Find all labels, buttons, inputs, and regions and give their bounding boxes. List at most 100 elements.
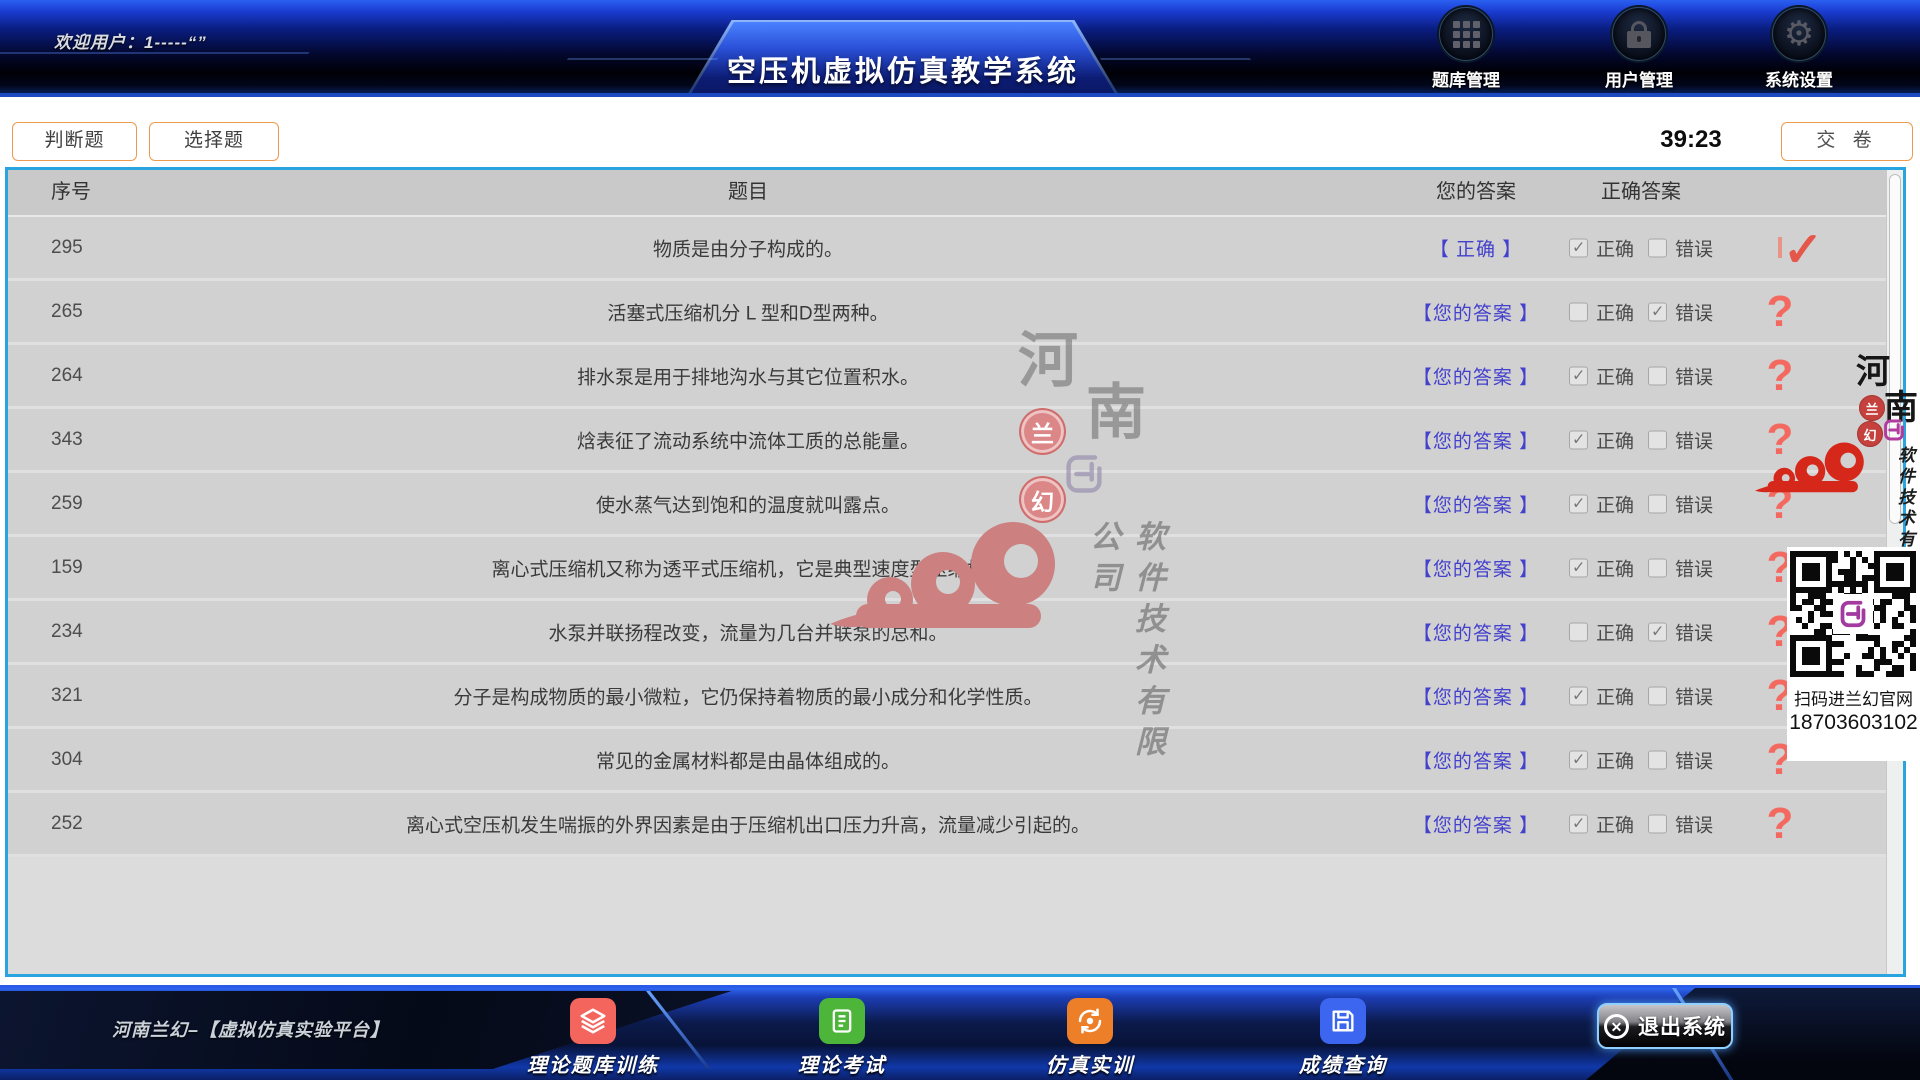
save-disk-icon[interactable] (1320, 998, 1366, 1044)
nav-item-question-bank[interactable]: 题库管理 (1410, 7, 1522, 91)
option-right: 正确 (1569, 426, 1634, 453)
option-right-label: 正确 (1596, 554, 1634, 581)
row-correct-answer-options: 正确 错误 (1569, 746, 1713, 773)
row-your-answer: 【您的答案 】 (1413, 298, 1539, 325)
checkbox-wrong[interactable] (1648, 430, 1667, 449)
option-right: 正确 (1569, 490, 1634, 517)
row-correct-answer-options: 正确 错误 (1569, 554, 1713, 581)
option-wrong-label: 错误 (1675, 426, 1713, 453)
checkbox-wrong[interactable] (1648, 238, 1667, 257)
checkbox-right[interactable] (1569, 238, 1588, 257)
checkbox-wrong[interactable] (1648, 494, 1667, 513)
option-right-label: 正确 (1596, 618, 1634, 645)
option-right-label: 正确 (1596, 490, 1634, 517)
row-correct-answer-options: 正确 错误 (1569, 618, 1713, 645)
exit-system-label: 退出系统 (1638, 1011, 1726, 1041)
row-question: 离心式压缩机又称为透平式压缩机，它是典型速度型压缩机。 (491, 554, 1004, 581)
page-title: 空压机虚拟仿真教学系统 (689, 48, 1117, 90)
qr-center-logo-icon (1833, 594, 1873, 634)
tab-judgment-questions[interactable]: 判断题 (12, 122, 137, 161)
row-your-answer: 【您的答案 】 (1413, 618, 1539, 645)
exit-system-button[interactable]: 退出系统 (1597, 1003, 1733, 1049)
row-index: 304 (51, 749, 83, 771)
submit-paper-button[interactable]: 交 卷 (1781, 122, 1913, 161)
option-right-label: 正确 (1596, 234, 1634, 261)
checkbox-right[interactable] (1569, 366, 1588, 385)
checkbox-right[interactable] (1569, 430, 1588, 449)
option-wrong-label: 错误 (1675, 362, 1713, 389)
checkbox-wrong[interactable] (1648, 750, 1667, 769)
lock-icon-glyph (1627, 31, 1651, 48)
row-your-answer: 【您的答案 】 (1413, 554, 1539, 581)
option-right: 正确 (1569, 234, 1634, 261)
column-header-correct-answer: 正确答案 (1601, 170, 1681, 215)
grid-icon[interactable] (1439, 7, 1493, 61)
checkbox-wrong[interactable] (1648, 558, 1667, 577)
row-your-answer: 【您的答案 】 (1413, 810, 1539, 837)
checkbox-wrong[interactable] (1648, 302, 1667, 321)
table-row: 343 焓表征了流动系统中流体工质的总能量。 【您的答案 】 正确 错误 ? (8, 409, 1903, 473)
row-your-answer: 【您的答案 】 (1413, 682, 1539, 709)
row-index: 234 (51, 621, 83, 643)
top-header: 欢迎用户：1-----“” 空压机虚拟仿真教学系统 题库管理 用户管理 ⚙ 系统… (0, 0, 1920, 97)
option-wrong-label: 错误 (1675, 682, 1713, 709)
table-scrollbar-thumb[interactable] (1889, 174, 1901, 524)
row-your-answer: 【您的答案 】 (1413, 426, 1539, 453)
checkbox-wrong[interactable] (1648, 814, 1667, 833)
option-wrong: 错误 (1648, 618, 1713, 645)
gear-icon[interactable]: ⚙ (1772, 7, 1826, 61)
close-x-icon (1604, 1014, 1629, 1039)
option-wrong: 错误 (1648, 554, 1713, 581)
row-question: 使水蒸气达到饱和的温度就叫露点。 (596, 490, 900, 517)
checkbox-wrong[interactable] (1648, 622, 1667, 641)
checkbox-wrong[interactable] (1648, 686, 1667, 705)
checkbox-wrong[interactable] (1648, 366, 1667, 385)
table-row: 252 离心式空压机发生喘振的外界因素是由于压缩机出口压力升高，流量减少引起的。… (8, 793, 1903, 857)
option-right-label: 正确 (1596, 426, 1634, 453)
checkbox-right[interactable] (1569, 622, 1588, 641)
row-your-answer: 【您的答案 】 (1413, 362, 1539, 389)
option-wrong: 错误 (1648, 746, 1713, 773)
option-right: 正确 (1569, 618, 1634, 645)
option-right-label: 正确 (1596, 298, 1634, 325)
tab-choice-questions[interactable]: 选择题 (149, 122, 279, 161)
row-index: 295 (51, 237, 83, 259)
option-wrong: 错误 (1648, 362, 1713, 389)
table-row: 304 常见的金属材料都是由晶体组成的。 【您的答案 】 正确 错误 ? (8, 729, 1903, 793)
checkbox-right[interactable] (1569, 494, 1588, 513)
nav-item-user-management[interactable]: 用户管理 (1583, 7, 1695, 91)
option-right-label: 正确 (1596, 810, 1634, 837)
option-wrong-label: 错误 (1675, 234, 1713, 261)
row-result: ? (1767, 290, 1794, 334)
footer-item-score-query[interactable]: 成绩查询 (1263, 998, 1423, 1078)
option-wrong: 错误 (1648, 234, 1713, 261)
option-wrong-label: 错误 (1675, 746, 1713, 773)
row-result: ? (1767, 482, 1794, 526)
footer-label-theory-exam: 理论考试 (762, 1049, 922, 1078)
table-row: 234 水泵并联扬程改变，流量为几台并联泵的总和。 【您的答案 】 正确 错误 … (8, 601, 1903, 665)
nav-item-system-settings[interactable]: ⚙ 系统设置 (1743, 7, 1855, 91)
footer-item-theory-exam[interactable]: 理论考试 (762, 998, 922, 1078)
toolbar: 判断题 选择题 39:23 交 卷 (0, 97, 1920, 167)
row-correct-answer-options: 正确 错误 (1569, 682, 1713, 709)
qr-caption-phone: 18703603102 (1787, 711, 1920, 735)
row-question: 常见的金属材料都是由晶体组成的。 (596, 746, 900, 773)
footer-item-simulation-training[interactable]: 仿真实训 (1010, 998, 1170, 1078)
checkbox-right[interactable] (1569, 686, 1588, 705)
checkbox-right[interactable] (1569, 558, 1588, 577)
footer-item-theory-training[interactable]: 理论题库训练 (513, 998, 673, 1078)
option-right-label: 正确 (1596, 362, 1634, 389)
document-icon[interactable] (819, 998, 865, 1044)
checkbox-right[interactable] (1569, 302, 1588, 321)
lock-icon[interactable] (1612, 7, 1666, 61)
result-question-mark-icon: ? (1767, 351, 1794, 400)
sync-gear-icon[interactable] (1067, 998, 1113, 1044)
table-row: 265 活塞式压缩机分 L 型和D型两种。 【您的答案 】 正确 错误 ? (8, 281, 1903, 345)
checkbox-right[interactable] (1569, 750, 1588, 769)
row-question: 水泵并联扬程改变，流量为几台并联泵的总和。 (548, 618, 947, 645)
checkbox-right[interactable] (1569, 814, 1588, 833)
layers-stack-icon[interactable] (570, 998, 616, 1044)
result-question-mark-icon: ? (1767, 479, 1794, 528)
nav-label-user-management: 用户管理 (1583, 66, 1695, 91)
column-header-index: 序号 (51, 170, 91, 215)
